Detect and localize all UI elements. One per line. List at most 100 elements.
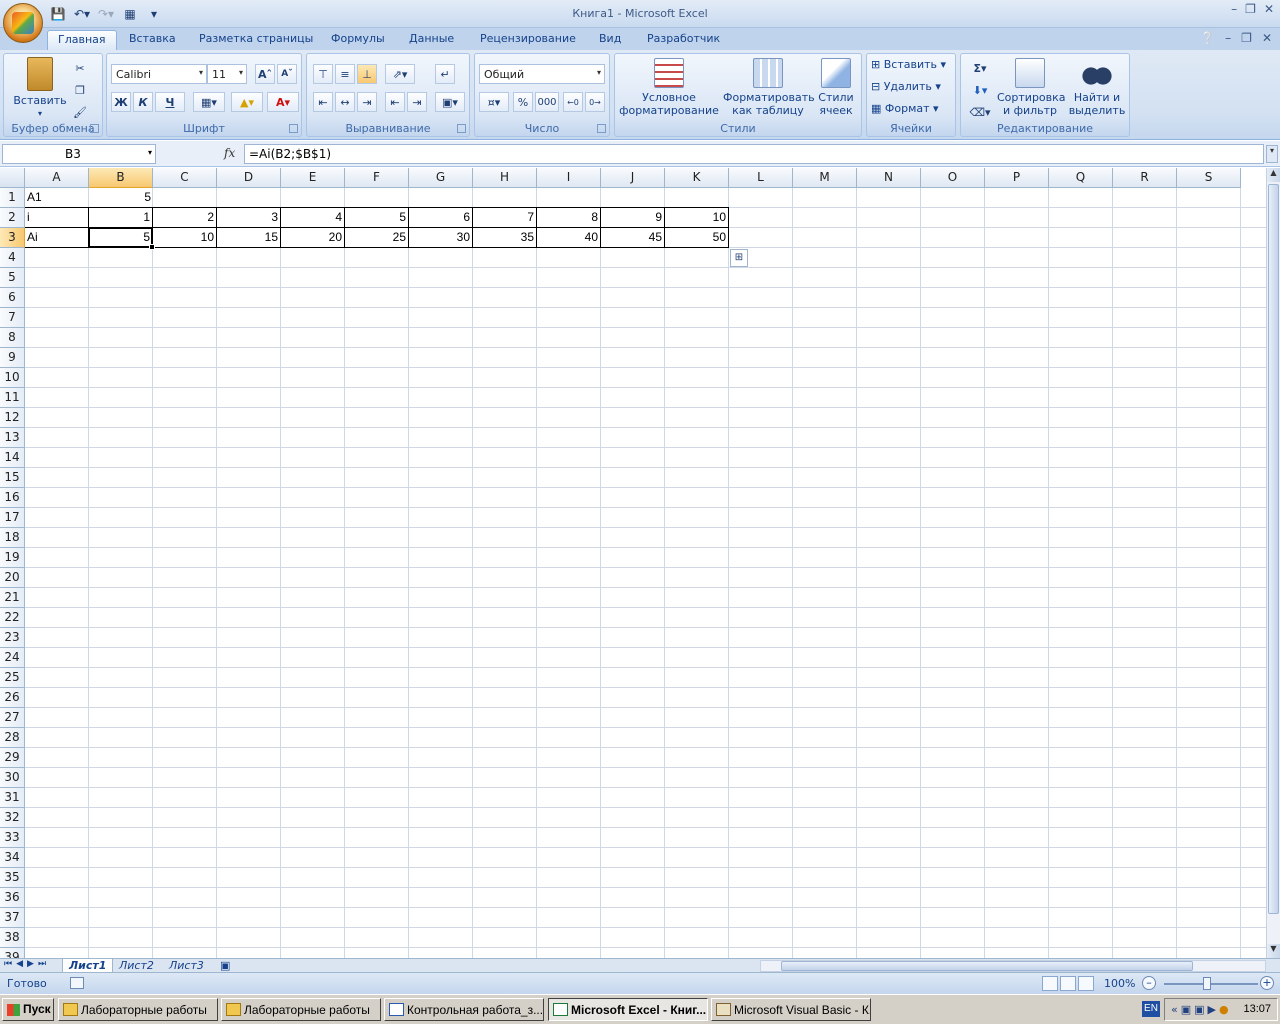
row-header-13[interactable]: 13 xyxy=(0,428,25,448)
insert-cells-button[interactable]: ⊞ Вставить ▾ xyxy=(871,58,946,71)
scrollbar-thumb[interactable] xyxy=(781,961,1193,971)
column-header-j[interactable]: J xyxy=(601,168,665,188)
zoom-slider-knob[interactable] xyxy=(1203,977,1211,990)
language-indicator[interactable]: EN xyxy=(1142,1001,1160,1017)
align-middle-icon[interactable]: ≡ xyxy=(335,64,355,84)
align-bottom-icon[interactable]: ⊥ xyxy=(357,64,377,84)
column-header-g[interactable]: G xyxy=(409,168,473,188)
row-header-25[interactable]: 25 xyxy=(0,668,25,688)
help-icon[interactable]: ❔ xyxy=(1200,31,1215,45)
font-name-combo[interactable]: Calibri ▾ xyxy=(111,64,207,84)
horizontal-scrollbar[interactable] xyxy=(760,960,1266,972)
conditional-formatting-button[interactable]: Условное форматирование xyxy=(617,58,721,117)
tab-data[interactable]: Данные xyxy=(399,30,464,50)
row-header-1[interactable]: 1 xyxy=(0,188,25,208)
font-color-icon[interactable]: A▾ xyxy=(267,92,299,112)
increase-decimal-icon[interactable]: ←0 xyxy=(563,92,583,112)
restore-icon[interactable]: ❐ xyxy=(1245,2,1256,16)
worksheet-grid[interactable]: A B C D E F G H I J K L M N O P Q R S 1 2 3 4 5 6 7 8 9 10 11 12 13 14 15… xyxy=(0,168,1266,958)
row-header-30[interactable]: 30 xyxy=(0,768,25,788)
row-header-33[interactable]: 33 xyxy=(0,828,25,848)
tab-home[interactable]: Главная xyxy=(47,30,117,50)
format-painter-icon[interactable]: 🖌 xyxy=(70,102,90,122)
zoom-in-icon[interactable]: + xyxy=(1260,976,1274,990)
taskbar-item-folder-2[interactable]: Лабораторные работы xyxy=(221,998,381,1021)
autofill-options-icon[interactable]: ⊞ xyxy=(730,249,748,267)
underline-button[interactable]: Ч xyxy=(155,92,185,112)
italic-button[interactable]: К xyxy=(133,92,153,112)
scroll-down-icon[interactable]: ▼ xyxy=(1267,944,1280,958)
macro-record-icon[interactable] xyxy=(70,977,84,989)
row-header-11[interactable]: 11 xyxy=(0,388,25,408)
row-header-24[interactable]: 24 xyxy=(0,648,25,668)
column-header-k[interactable]: K xyxy=(665,168,729,188)
row-header-8[interactable]: 8 xyxy=(0,328,25,348)
zoom-out-icon[interactable]: – xyxy=(1142,976,1156,990)
row-header-12[interactable]: 12 xyxy=(0,408,25,428)
dialog-launcher-icon[interactable] xyxy=(457,124,466,133)
row-header-35[interactable]: 35 xyxy=(0,868,25,888)
sheet-tab-1[interactable]: Лист1 xyxy=(62,959,114,973)
insert-function-icon[interactable]: fx xyxy=(224,146,235,160)
cell-styles-button[interactable]: Стили ячеек xyxy=(813,58,859,117)
next-sheet-icon[interactable]: ▶ xyxy=(27,959,34,969)
row-header-27[interactable]: 27 xyxy=(0,708,25,728)
decrease-indent-icon[interactable]: ⇤ xyxy=(385,92,405,112)
fill-color-icon[interactable]: ▲▾ xyxy=(231,92,263,112)
find-select-button[interactable]: Найти и выделить xyxy=(1067,58,1127,117)
row-header-34[interactable]: 34 xyxy=(0,848,25,868)
column-header-i[interactable]: I xyxy=(537,168,601,188)
column-header-b[interactable]: B xyxy=(89,168,153,188)
column-header-l[interactable]: L xyxy=(729,168,793,188)
tab-formulas[interactable]: Формулы xyxy=(321,30,395,50)
row-header-19[interactable]: 19 xyxy=(0,548,25,568)
row-header-10[interactable]: 10 xyxy=(0,368,25,388)
first-sheet-icon[interactable]: ⏮ xyxy=(4,959,12,969)
percent-button[interactable]: % xyxy=(513,92,533,112)
cut-icon[interactable]: ✂ xyxy=(70,58,90,78)
row-header-20[interactable]: 20 xyxy=(0,568,25,588)
row-header-15[interactable]: 15 xyxy=(0,468,25,488)
row-header-37[interactable]: 37 xyxy=(0,908,25,928)
shrink-font-icon[interactable]: Aˇ xyxy=(277,64,297,84)
column-header-h[interactable]: H xyxy=(473,168,537,188)
align-center-icon[interactable]: ↔ xyxy=(335,92,355,112)
copy-icon[interactable]: ❐ xyxy=(70,80,90,100)
orientation-icon[interactable]: ⇗▾ xyxy=(385,64,415,84)
align-left-icon[interactable]: ⇤ xyxy=(313,92,333,112)
row-header-4[interactable]: 4 xyxy=(0,248,25,268)
row-header-31[interactable]: 31 xyxy=(0,788,25,808)
insert-sheet-icon[interactable]: ▣ xyxy=(214,959,236,973)
tray-expand-icon[interactable]: « xyxy=(1171,1003,1178,1016)
cell-b1[interactable]: 5 xyxy=(89,188,153,208)
normal-view-icon[interactable] xyxy=(1042,976,1058,991)
fill-handle[interactable] xyxy=(149,244,155,250)
vertical-scrollbar[interactable]: ▲ ▼ xyxy=(1266,168,1280,958)
sheet-tab-2[interactable]: Лист2 xyxy=(113,959,160,973)
tab-view[interactable]: Вид xyxy=(589,30,631,50)
clear-icon[interactable]: ⌫▾ xyxy=(965,102,995,122)
column-header-c[interactable]: C xyxy=(153,168,217,188)
prev-sheet-icon[interactable]: ◀ xyxy=(16,959,23,969)
dialog-launcher-icon[interactable] xyxy=(289,124,298,133)
tab-developer[interactable]: Разработчик xyxy=(637,30,730,50)
zoom-slider[interactable] xyxy=(1164,983,1258,985)
sort-filter-button[interactable]: Сортировка и фильтр xyxy=(997,58,1066,117)
row-header-29[interactable]: 29 xyxy=(0,748,25,768)
row-header-14[interactable]: 14 xyxy=(0,448,25,468)
select-all-corner[interactable] xyxy=(0,168,25,188)
wrap-text-icon[interactable]: ↵ xyxy=(435,64,455,84)
row-header-9[interactable]: 9 xyxy=(0,348,25,368)
column-header-d[interactable]: D xyxy=(217,168,281,188)
autosum-icon[interactable]: Σ▾ xyxy=(965,58,995,78)
row-header-38[interactable]: 38 xyxy=(0,928,25,948)
currency-icon[interactable]: ¤▾ xyxy=(479,92,509,112)
column-header-f[interactable]: F xyxy=(345,168,409,188)
merge-center-icon[interactable]: ▣▾ xyxy=(435,92,465,112)
column-header-o[interactable]: O xyxy=(921,168,985,188)
row-header-7[interactable]: 7 xyxy=(0,308,25,328)
network-icon[interactable]: ▣ xyxy=(1194,1003,1204,1016)
row-header-3[interactable]: 3 xyxy=(0,228,25,248)
close-icon[interactable]: ✕ xyxy=(1264,2,1274,16)
taskbar-item-folder-1[interactable]: Лабораторные работы xyxy=(58,998,218,1021)
